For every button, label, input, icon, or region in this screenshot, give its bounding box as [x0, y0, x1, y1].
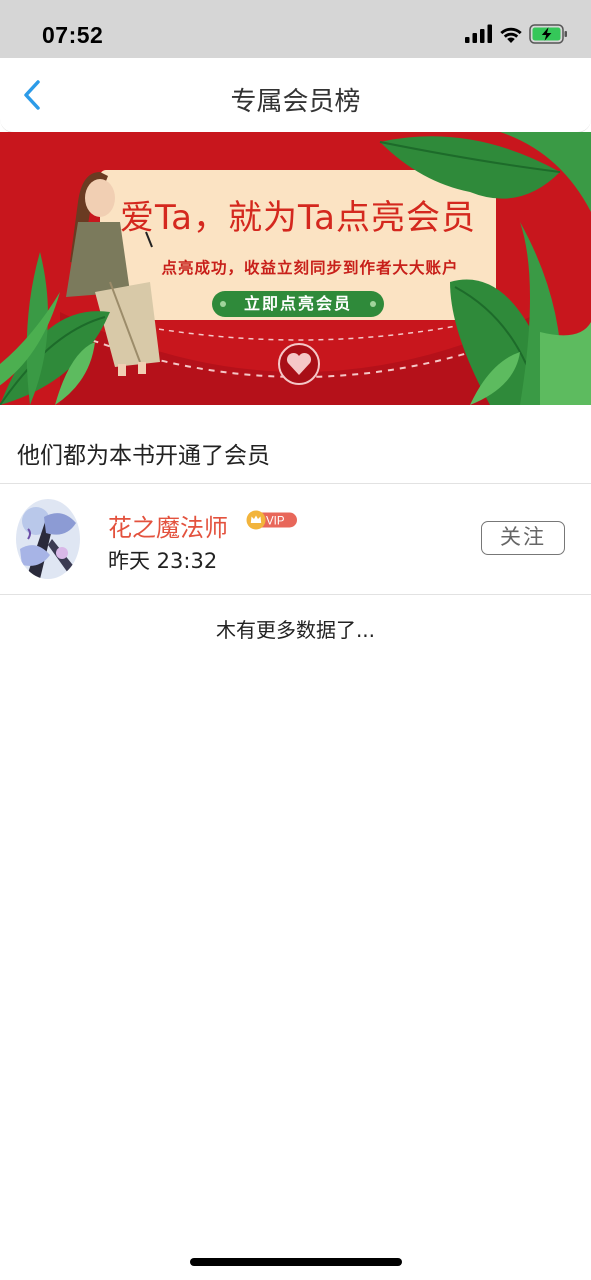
section-title: 他们都为本书开通了会员: [17, 443, 270, 469]
light-up-member-button[interactable]: 立即点亮会员: [212, 291, 384, 317]
vip-badge: VIP: [246, 510, 298, 530]
promo-banner[interactable]: 爱Ta，就为Ta点亮会员 点亮成功，收益立刻同步到作者大大账户 立即点亮会员: [0, 132, 591, 405]
avatar[interactable]: [16, 499, 80, 579]
battery-charging-icon: [529, 24, 567, 44]
member-time: 昨天 23:32: [108, 549, 218, 573]
cta-dot-left: [220, 301, 226, 307]
signal-icon: [465, 24, 492, 43]
home-indicator[interactable]: [190, 1258, 402, 1266]
cta-dot-right: [370, 301, 376, 307]
status-time: 07:52: [42, 22, 104, 48]
member-row[interactable]: 花之魔法师 VIP 昨天 23:32 关注: [0, 484, 591, 594]
member-name[interactable]: 花之魔法师: [108, 508, 228, 543]
banner-subtitle: 点亮成功，收益立刻同步到作者大大账户: [161, 259, 459, 277]
follow-button[interactable]: 关注: [481, 521, 565, 555]
page-title: 专属会员榜: [230, 87, 361, 117]
list-end-text: 木有更多数据了...: [215, 618, 376, 642]
vip-badge-label: VIP: [266, 516, 285, 528]
cta-label: 立即点亮会员: [243, 294, 352, 313]
wifi-icon: [500, 27, 522, 43]
avatar-image: [16, 499, 80, 579]
status-bar: 07:52: [0, 0, 591, 58]
divider: [0, 594, 591, 595]
banner-headline: 爱Ta，就为Ta点亮会员: [120, 198, 476, 238]
nav-bar: 专属会员榜: [0, 58, 591, 133]
